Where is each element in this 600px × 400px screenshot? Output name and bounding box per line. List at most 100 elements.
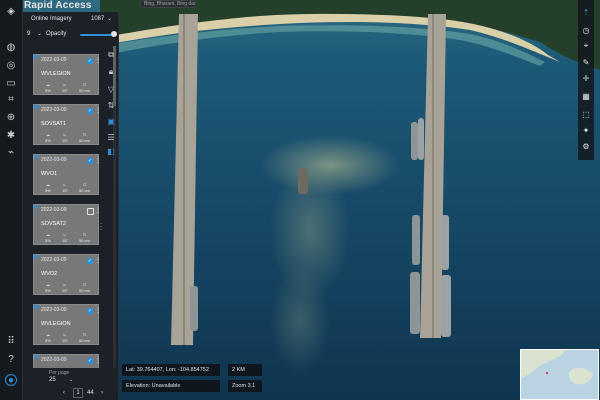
more-options-icon[interactable]: ⋮ (95, 207, 101, 214)
zoom-readout: Zoom 3.1 (228, 380, 262, 392)
imagery-card[interactable]: 2022-03-09 ✓ ⋮ WVLEGION ☁ ⊾ ⊡ 3% 15° 50 cm (33, 304, 101, 345)
chevron-down-icon[interactable]: ⌄ (107, 15, 112, 22)
more-options-icon[interactable]: ⋮ (95, 57, 101, 64)
band-chevron-icon[interactable]: ⌄ (37, 30, 42, 37)
imagery-date: 2022-03-09 (41, 207, 67, 213)
resolution-icon: ⊡ (83, 332, 87, 337)
imagery-date: 2022-03-09 (41, 357, 67, 363)
cloud-cover: 3% (45, 338, 51, 343)
per-page-label: Per page (49, 370, 70, 376)
user-icon[interactable]: ● (5, 374, 17, 386)
resolution-icon: ⊡ (83, 232, 87, 237)
imagery-sensor: WVO1 (41, 171, 58, 177)
crosshair-icon[interactable]: ✛ (580, 72, 592, 84)
off-nadir-angle: 15° (62, 188, 69, 193)
ground-sample-distance: 50 cm (79, 88, 90, 93)
help-icon[interactable]: ? (4, 352, 18, 366)
elevation-text: Elevation: Unavailable (126, 383, 181, 389)
list-view-icon[interactable]: ☰ (106, 132, 116, 142)
angle-icon: ⊾ (63, 232, 67, 237)
globe-icon[interactable]: ◍ (4, 40, 18, 54)
nav-rail: ◈ ◍ ◎ ▭ ⌗ ⊕ ✱ ⌁ ⠿ ? ● (0, 0, 23, 400)
grid-icon[interactable]: ▦ (580, 90, 592, 102)
imagery-sensor: SOVSAT2 (41, 221, 66, 227)
imagery-count: 1087 (91, 16, 105, 22)
select-checkbox[interactable]: ✓ (87, 308, 93, 314)
imagery-card[interactable]: 2022-03-09 ✓ ⋮ WVO2 ☁ ⊾ ⊡ 3% 15° 50 cm (33, 254, 101, 295)
imagery-date: 2022-03-09 (41, 107, 67, 113)
ground-sample-distance: 50 cm (79, 288, 90, 293)
more-options-icon[interactable]: ⋮ (95, 357, 101, 364)
target-icon[interactable]: ⊕ (4, 110, 18, 124)
cloud-icon: ☁ (46, 282, 50, 287)
top-search-input[interactable]: Bing, Bharam, Bing dashboard (140, 0, 196, 8)
cloud-cover: 3% (45, 238, 51, 243)
selected-marker (34, 105, 39, 110)
imagery-card[interactable]: 2022-03-09 ✓ ⋮ WVLEGION ☁ ⊾ ⊡ 3% 15° 50 cm (33, 54, 101, 95)
coordinates-readout: Lat: 39.764407, Lon: -104.854752 (122, 364, 220, 376)
band-value[interactable]: 9 (27, 31, 30, 37)
scale-readout: 2 KM (228, 364, 262, 376)
resolution-icon: ⊡ (83, 82, 87, 87)
cloud-cover: 3% (45, 88, 51, 93)
off-nadir-angle: 15° (62, 338, 69, 343)
select-checkbox[interactable]: ✓ (87, 58, 93, 64)
selected-marker (34, 155, 39, 160)
filter-icon[interactable]: ▽ (106, 84, 116, 94)
ground-sample-distance: 50 cm (79, 338, 90, 343)
analytics-icon[interactable]: ⌁ (4, 145, 18, 159)
selected-marker (34, 355, 39, 360)
select-checkbox[interactable]: ✓ (87, 258, 93, 264)
off-nadir-angle: 15° (62, 138, 69, 143)
off-nadir-angle: 15° (62, 238, 69, 243)
select-checkbox[interactable] (87, 208, 94, 215)
opacity-slider-knob[interactable] (111, 31, 117, 37)
scale-text: 2 KM (232, 367, 245, 373)
coordinates-text: Lat: 39.764407, Lon: -104.854752 (126, 367, 209, 373)
folder-icon[interactable]: ▭ (4, 76, 18, 90)
more-options-icon[interactable]: ⋮ (95, 107, 101, 114)
more-options-icon[interactable]: ⋮ (95, 307, 101, 314)
layers-icon[interactable]: ◈ (4, 4, 18, 18)
settings-icon[interactable]: ✱ (4, 128, 18, 142)
crop-icon[interactable]: ⌗ (4, 92, 18, 106)
edit-icon[interactable]: ⬚ (580, 108, 592, 120)
select-checkbox[interactable]: ✓ (87, 158, 93, 164)
panel-icon[interactable]: ◧ (106, 146, 116, 156)
page-size-select[interactable]: 25 (49, 377, 56, 383)
more-options-icon[interactable]: ⋮ (95, 157, 101, 164)
history-icon[interactable]: ◷ (580, 24, 592, 36)
more-options-icon[interactable]: ⋮ (95, 257, 101, 264)
imagery-sensor: WVLEGION (41, 71, 71, 77)
compass-icon[interactable]: ⇡ (580, 6, 592, 18)
select-checkbox[interactable]: ✓ (87, 358, 93, 364)
imagery-card[interactable]: 2022-03-09 ✓ ⋮ WVO1 ☁ ⊾ ⊡ 3% 15° 50 cm (33, 154, 101, 195)
ground-sample-distance: 50 cm (79, 138, 90, 143)
prev-page-icon[interactable]: ‹ (63, 390, 65, 396)
grid-view-icon[interactable]: ▣ (106, 116, 116, 126)
minimap[interactable] (520, 349, 599, 400)
imagery-card[interactable]: 2022-03-09 ✓ ⋮ SOVSAT1 ☁ ⊾ ⊡ 3% 15° 50 cm (33, 104, 101, 145)
next-page-icon[interactable]: › (101, 390, 103, 396)
resolution-icon: ⊡ (83, 132, 87, 137)
chevron-down-icon[interactable]: ⌄ (69, 377, 73, 383)
panel-resize-handle[interactable]: ⋮ (97, 222, 105, 231)
pencil-icon[interactable]: ✎ (580, 56, 592, 68)
current-page-input[interactable]: 1 (73, 388, 83, 398)
ground-sample-distance: 50 cm (79, 188, 90, 193)
lock-icon[interactable]: 🔒︎ (106, 67, 116, 77)
imagery-card[interactable]: 2022-03-09 ⋮ SOVSAT2 ☁ ⊾ ⊡ 3% 15° 50 cm (33, 204, 101, 245)
select-checkbox[interactable]: ✓ (87, 108, 93, 114)
sparkle-icon[interactable]: ✦ (580, 124, 592, 136)
gear-icon[interactable]: ⚙ (580, 140, 592, 152)
angle-icon: ⊾ (63, 82, 67, 87)
grid-icon[interactable]: ⠿ (4, 334, 18, 348)
location-icon[interactable]: ◎ (4, 58, 18, 72)
angle-icon: ⊾ (63, 282, 67, 287)
cloud-cover: 3% (45, 138, 51, 143)
camera-icon[interactable]: ⌖ (580, 40, 592, 52)
imagery-date: 2022-03-09 (41, 257, 67, 263)
panel-title: Online Imagery (31, 16, 72, 22)
sort-icon[interactable]: ⇅ (106, 100, 116, 110)
copy-icon[interactable]: ⧉ (106, 50, 116, 60)
